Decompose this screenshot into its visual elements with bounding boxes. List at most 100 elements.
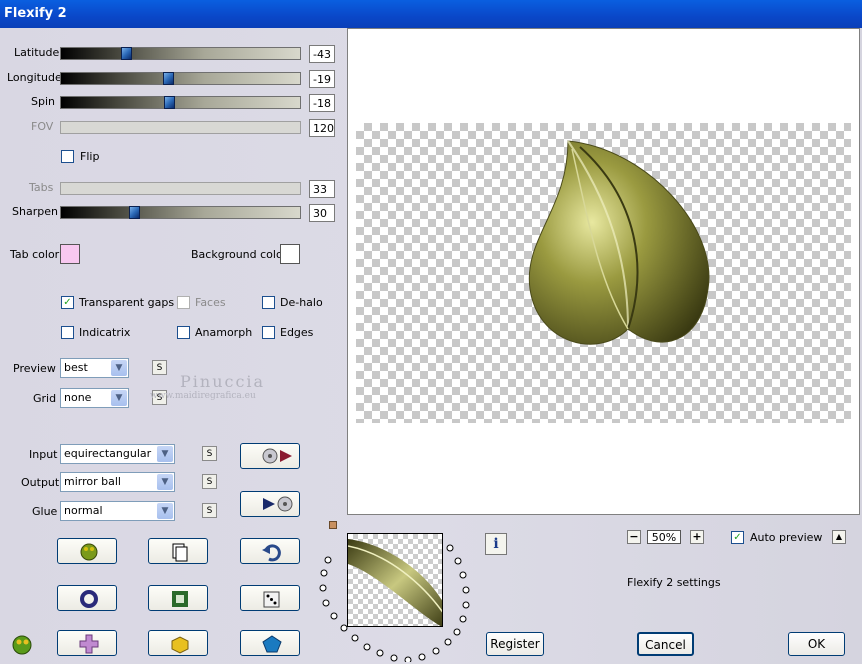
copy-button[interactable] — [148, 538, 208, 564]
spin-value-field[interactable]: -18 — [309, 94, 335, 112]
auto-preview-checkbox[interactable]: ✓ — [731, 531, 744, 544]
load-input-button[interactable] — [240, 443, 300, 469]
edges-label: Edges — [280, 326, 314, 339]
faces-label: Faces — [195, 296, 226, 309]
ring-icon — [80, 590, 98, 608]
sharpen-slider-thumb[interactable] — [129, 206, 140, 219]
ok-button[interactable]: OK — [788, 632, 845, 656]
latitude-value-field[interactable]: -43 — [309, 45, 335, 63]
sharpen-label: Sharpen — [12, 205, 58, 218]
preview-select[interactable]: best ▼ — [60, 358, 129, 378]
spin-slider-thumb[interactable] — [164, 96, 175, 109]
window-title: Flexify 2 — [4, 6, 67, 21]
background-color-label: Background color — [191, 248, 288, 261]
preview-save-button[interactable]: S — [152, 360, 167, 375]
indicatrix-label: Indicatrix — [79, 326, 131, 339]
random-dice-button[interactable] — [240, 585, 300, 611]
glue-select[interactable]: normal ▼ — [60, 501, 175, 521]
tabs-value-field[interactable]: 33 — [309, 180, 335, 198]
background-color-swatch[interactable] — [280, 244, 300, 264]
output-label: Output — [21, 476, 60, 489]
chevron-down-icon[interactable]: ▼ — [111, 360, 127, 376]
zoom-in-button[interactable]: + — [690, 530, 704, 544]
chevron-down-icon[interactable]: ▼ — [111, 390, 127, 406]
square-button[interactable] — [148, 585, 208, 611]
cube-icon — [171, 636, 189, 654]
copy-icon — [172, 543, 188, 562]
latitude-slider[interactable] — [60, 47, 301, 60]
fov-value-field[interactable]: 120 — [309, 119, 335, 137]
longitude-value-field[interactable]: -19 — [309, 70, 335, 88]
tabs-slider — [60, 182, 301, 195]
longitude-slider-thumb[interactable] — [163, 72, 174, 85]
sharpen-value-field[interactable]: 30 — [309, 204, 335, 222]
indicatrix-checkbox[interactable] — [61, 326, 74, 339]
auto-preview-label: Auto preview — [750, 531, 823, 544]
watermark-name: Pinuccia — [180, 372, 266, 391]
transparent-gaps-label: Transparent gaps — [79, 296, 175, 309]
sphere-button[interactable] — [57, 585, 117, 611]
square-icon — [172, 591, 188, 607]
output-select[interactable]: mirror ball ▼ — [60, 472, 175, 492]
plugin-logo-icon — [10, 631, 34, 658]
longitude-slider[interactable] — [60, 72, 301, 85]
edges-checkbox[interactable] — [262, 326, 275, 339]
grid-select[interactable]: none ▼ — [60, 388, 129, 408]
faces-checkbox — [177, 296, 190, 309]
chevron-down-icon[interactable]: ▼ — [157, 474, 173, 490]
tab-color-swatch[interactable] — [60, 244, 80, 264]
disc-play-icon — [262, 448, 292, 464]
input-select[interactable]: equirectangular ▼ — [60, 444, 175, 464]
undo-button[interactable] — [240, 538, 300, 564]
input-label: Input — [29, 448, 58, 461]
tabs-label: Tabs — [29, 181, 54, 194]
info-button[interactable]: i — [485, 533, 507, 555]
glue-select-value: normal — [64, 504, 103, 517]
watermark: Pinuccia www.maidiregrafica.eu — [150, 372, 266, 401]
anamorph-label: Anamorph — [195, 326, 253, 339]
chevron-down-icon[interactable]: ▼ — [157, 446, 173, 462]
undo-arrow-icon — [262, 544, 281, 562]
watermark-url: www.maidiregrafica.eu — [150, 391, 256, 401]
pentagon-icon — [262, 635, 282, 653]
cube-button[interactable] — [148, 630, 208, 656]
frog-icon — [80, 543, 98, 561]
glue-save-button[interactable]: S — [202, 503, 217, 518]
randomize-button[interactable] — [57, 538, 117, 564]
cross-icon — [79, 634, 99, 654]
save-output-button[interactable] — [240, 491, 300, 517]
thumbnail-image — [348, 539, 442, 626]
tab-color-label: Tab color — [10, 248, 60, 261]
flip-checkbox[interactable] — [61, 150, 74, 163]
transparent-gaps-checkbox[interactable]: ✓ — [61, 296, 74, 309]
settings-status-text: Flexify 2 settings — [627, 576, 721, 589]
chevron-down-icon[interactable]: ▼ — [157, 503, 173, 519]
de-halo-label: De-halo — [280, 296, 323, 309]
zoom-out-button[interactable]: − — [627, 530, 641, 544]
cross-shape-button[interactable] — [57, 630, 117, 656]
input-save-button[interactable]: S — [202, 446, 217, 461]
grid-select-value: none — [64, 391, 92, 404]
de-halo-checkbox[interactable] — [262, 296, 275, 309]
source-thumbnail[interactable] — [347, 533, 443, 627]
output-save-button[interactable]: S — [202, 474, 217, 489]
preview-label: Preview — [13, 362, 56, 375]
anamorph-checkbox[interactable] — [177, 326, 190, 339]
longitude-label: Longitude — [7, 71, 62, 84]
zoom-level: 50% — [647, 530, 681, 544]
title-bar: Flexify 2 — [0, 0, 862, 28]
sharpen-slider[interactable] — [60, 206, 301, 219]
flip-label: Flip — [80, 150, 100, 163]
spin-slider[interactable] — [60, 96, 301, 109]
pentagon-button[interactable] — [240, 630, 300, 656]
spin-label: Spin — [31, 95, 55, 108]
collapse-button[interactable]: ▲ — [832, 530, 846, 544]
dice-icon — [263, 591, 280, 608]
play-disc-icon — [263, 496, 293, 512]
output-select-value: mirror ball — [64, 475, 121, 488]
latitude-slider-thumb[interactable] — [121, 47, 132, 60]
input-select-value: equirectangular — [64, 447, 152, 460]
register-button[interactable]: Register — [486, 632, 544, 656]
preview-canvas[interactable] — [347, 28, 860, 515]
cancel-button[interactable]: Cancel — [637, 632, 694, 656]
